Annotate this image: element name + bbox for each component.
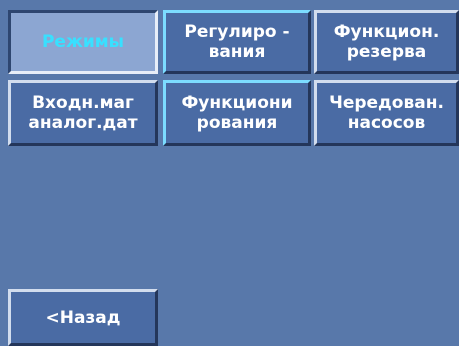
modes-button-label: Режимы: [41, 32, 125, 52]
modes-button[interactable]: Режимы: [8, 10, 158, 74]
regulation-button-label: Регулиро - вания: [184, 22, 290, 62]
panel-screen: Режимы Регулиро - вания Функцион. резерв…: [0, 0, 459, 346]
reserve-function-button-label: Функцион. резерва: [333, 22, 440, 62]
pump-alternation-button[interactable]: Чередован. насосов: [314, 80, 459, 146]
back-button[interactable]: <Назад: [8, 289, 158, 346]
input-analog-sensors-button-label: Входн.маг аналог.дат: [28, 93, 138, 133]
functioning-button[interactable]: Функциони рования: [163, 80, 311, 146]
functioning-button-label: Функциони рования: [181, 93, 293, 133]
regulation-button[interactable]: Регулиро - вания: [163, 10, 311, 74]
reserve-function-button[interactable]: Функцион. резерва: [314, 10, 459, 74]
input-analog-sensors-button[interactable]: Входн.маг аналог.дат: [8, 80, 158, 146]
back-button-label: <Назад: [45, 307, 121, 328]
pump-alternation-button-label: Чередован. насосов: [329, 93, 444, 133]
